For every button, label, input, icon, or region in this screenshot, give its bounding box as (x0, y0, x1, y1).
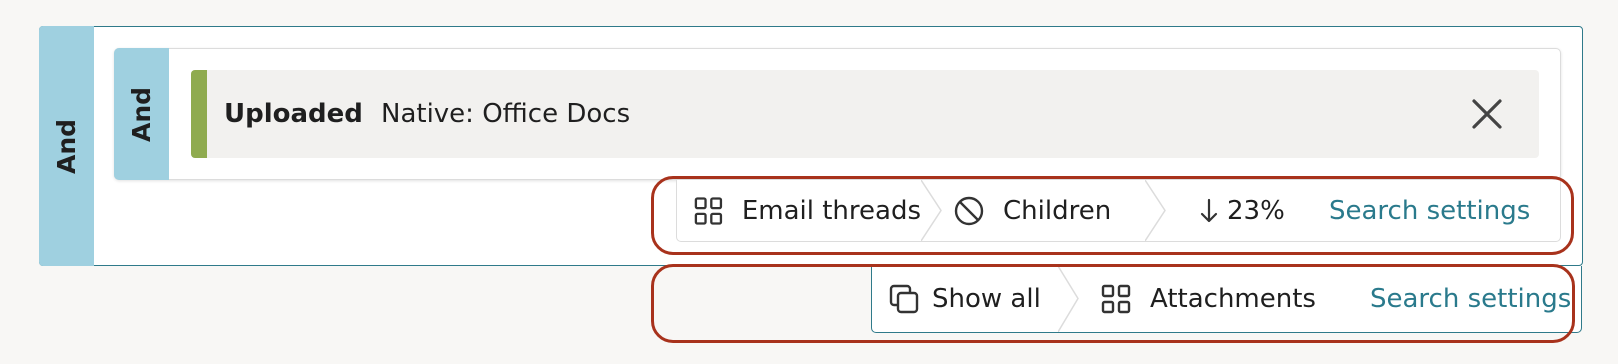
email-threads-segment[interactable]: Email threads (677, 180, 921, 241)
breadcrumb-chevron (1058, 266, 1079, 332)
breadcrumb-chevron (1145, 180, 1166, 241)
show-all-segment[interactable]: Show all (872, 266, 1058, 332)
condition-field: Uploaded (224, 99, 363, 129)
inner-group-settings-bar: Email threads Children 23% Search settin… (676, 180, 1561, 242)
children-label: Children (1003, 195, 1112, 226)
outer-and-label: And (52, 118, 82, 174)
outer-and-operator[interactable]: And (39, 26, 94, 266)
search-settings-link[interactable]: Search settings (1329, 180, 1530, 241)
percent-label: 23% (1227, 195, 1285, 226)
arrow-down-icon (1200, 198, 1218, 222)
inner-and-operator[interactable]: And (114, 48, 169, 180)
attachments-label: Attachments (1150, 284, 1316, 314)
copy-icon (889, 284, 919, 314)
email-threads-label: Email threads (741, 195, 921, 226)
breadcrumb-chevron (921, 180, 942, 241)
close-icon[interactable] (1469, 96, 1505, 132)
grid-icon (694, 196, 723, 225)
attachments-segment[interactable]: Attachments (1080, 266, 1370, 332)
condition-value: Native: Office Docs (381, 99, 631, 129)
percent-segment[interactable]: 23% (1167, 180, 1329, 241)
grid-icon (1101, 284, 1131, 314)
condition-accent (191, 70, 207, 158)
search-settings-link[interactable]: Search settings (1370, 266, 1571, 332)
condition-card[interactable]: Uploaded Native: Office Docs (191, 70, 1539, 158)
children-segment[interactable]: Children (943, 180, 1145, 241)
outer-group-settings-bar: Show all Attachments Search settings (871, 266, 1582, 333)
show-all-label: Show all (932, 284, 1041, 314)
prohibited-icon (954, 196, 984, 225)
inner-and-label: And (127, 86, 157, 142)
